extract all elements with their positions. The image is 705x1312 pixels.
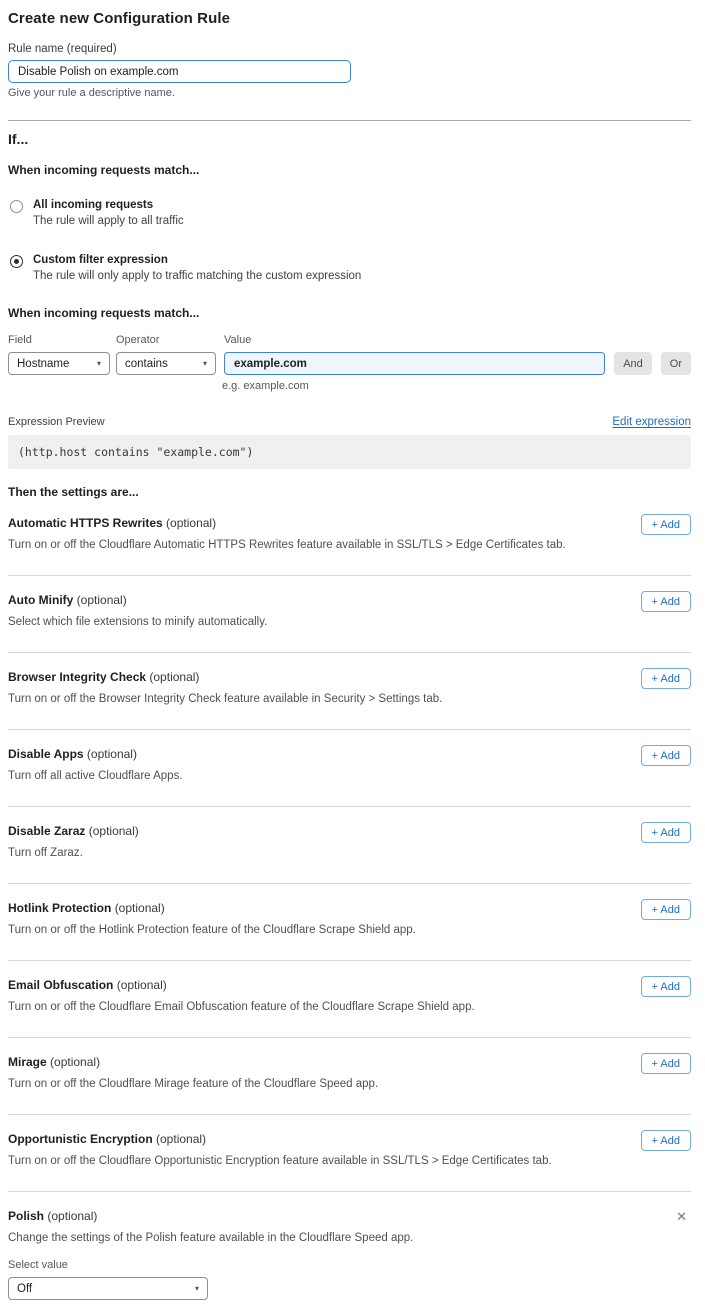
value-label: Value bbox=[224, 334, 605, 346]
optional-tag: (optional) bbox=[115, 901, 165, 915]
value-input[interactable] bbox=[224, 352, 605, 375]
optional-tag: (optional) bbox=[89, 824, 139, 838]
setting-mirage: Mirage (optional) Turn on or off the Clo… bbox=[8, 1038, 691, 1114]
radio-unchecked-icon[interactable] bbox=[10, 200, 23, 213]
or-button[interactable]: Or bbox=[661, 352, 691, 375]
chevron-down-icon: ▾ bbox=[195, 1284, 199, 1293]
polish-select-value: Off bbox=[17, 1283, 32, 1295]
if-heading: If... bbox=[8, 131, 691, 147]
setting-opportunistic-encryption: Opportunistic Encryption (optional) Turn… bbox=[8, 1115, 691, 1191]
divider bbox=[8, 120, 691, 121]
setting-description: Turn off Zaraz. bbox=[8, 847, 139, 859]
setting-title: Auto Minify bbox=[8, 593, 73, 607]
setting-title: Mirage bbox=[8, 1055, 47, 1069]
radio-label: Custom filter expression bbox=[33, 254, 361, 266]
radio-checked-icon[interactable] bbox=[10, 255, 23, 268]
expression-preview-box: (http.host contains "example.com") bbox=[8, 435, 691, 469]
field-select[interactable]: Hostname ▾ bbox=[8, 352, 110, 375]
field-label: Field bbox=[8, 334, 110, 346]
radio-description: The rule will apply to all traffic bbox=[33, 215, 184, 227]
add-button[interactable]: + Add bbox=[641, 668, 691, 689]
optional-tag: (optional) bbox=[87, 747, 137, 761]
chevron-down-icon: ▾ bbox=[203, 359, 207, 368]
radio-description: The rule will only apply to traffic matc… bbox=[33, 270, 361, 282]
expression-code: (http.host contains "example.com") bbox=[18, 445, 253, 459]
expression-builder-heading: When incoming requests match... bbox=[8, 306, 691, 320]
expression-builder-row: Field Hostname ▾ Operator contains ▾ Val… bbox=[8, 334, 691, 375]
add-button[interactable]: + Add bbox=[641, 745, 691, 766]
setting-title: Hotlink Protection bbox=[8, 901, 111, 915]
setting-browser-integrity-check: Browser Integrity Check (optional) Turn … bbox=[8, 653, 691, 729]
setting-description: Turn on or off the Cloudflare Opportunis… bbox=[8, 1155, 552, 1167]
setting-title: Disable Apps bbox=[8, 747, 84, 761]
add-button[interactable]: + Add bbox=[641, 899, 691, 920]
setting-disable-apps: Disable Apps (optional) Turn off all act… bbox=[8, 730, 691, 806]
setting-description: Turn on or off the Hotlink Protection fe… bbox=[8, 924, 416, 936]
add-button[interactable]: + Add bbox=[641, 1053, 691, 1074]
setting-email-obfuscation: Email Obfuscation (optional) Turn on or … bbox=[8, 961, 691, 1037]
setting-hotlink-protection: Hotlink Protection (optional) Turn on or… bbox=[8, 884, 691, 960]
setting-description: Turn on or off the Cloudflare Email Obfu… bbox=[8, 1001, 475, 1013]
setting-title: Polish bbox=[8, 1209, 44, 1223]
field-select-value: Hostname bbox=[17, 358, 69, 370]
setting-disable-zaraz: Disable Zaraz (optional) Turn off Zaraz.… bbox=[8, 807, 691, 883]
radio-option-custom-filter[interactable]: Custom filter expression The rule will o… bbox=[8, 254, 691, 282]
optional-tag: (optional) bbox=[166, 516, 216, 530]
close-icon[interactable]: ✕ bbox=[676, 1210, 687, 1223]
edit-expression-link[interactable]: Edit expression bbox=[612, 416, 691, 428]
setting-automatic-https-rewrites: Automatic HTTPS Rewrites (optional) Turn… bbox=[8, 499, 691, 575]
operator-label: Operator bbox=[116, 334, 216, 346]
setting-description: Change the settings of the Polish featur… bbox=[8, 1232, 608, 1244]
optional-tag: (optional) bbox=[50, 1055, 100, 1069]
setting-polish: Polish (optional) Change the settings of… bbox=[8, 1192, 691, 1300]
optional-tag: (optional) bbox=[47, 1209, 97, 1223]
setting-auto-minify: Auto Minify (optional) Select which file… bbox=[8, 576, 691, 652]
setting-description: Turn on or off the Cloudflare Mirage fea… bbox=[8, 1078, 378, 1090]
setting-description: Turn off all active Cloudflare Apps. bbox=[8, 770, 183, 782]
operator-select[interactable]: contains ▾ bbox=[116, 352, 216, 375]
add-button[interactable]: + Add bbox=[641, 1130, 691, 1151]
optional-tag: (optional) bbox=[117, 978, 167, 992]
setting-description: Turn on or off the Browser Integrity Che… bbox=[8, 693, 442, 705]
operator-select-value: contains bbox=[125, 358, 168, 370]
setting-description: Select which file extensions to minify a… bbox=[8, 616, 267, 628]
setting-title: Opportunistic Encryption bbox=[8, 1132, 153, 1146]
rule-name-helper: Give your rule a descriptive name. bbox=[8, 87, 691, 99]
chevron-down-icon: ▾ bbox=[97, 359, 101, 368]
optional-tag: (optional) bbox=[156, 1132, 206, 1146]
polish-value-select[interactable]: Off ▾ bbox=[8, 1277, 208, 1300]
expression-preview-label: Expression Preview bbox=[8, 416, 105, 428]
rule-name-label: Rule name (required) bbox=[8, 43, 691, 55]
value-helper: e.g. example.com bbox=[222, 380, 691, 392]
add-button[interactable]: + Add bbox=[641, 976, 691, 997]
optional-tag: (optional) bbox=[149, 670, 199, 684]
add-button[interactable]: + Add bbox=[641, 514, 691, 535]
add-button[interactable]: + Add bbox=[641, 591, 691, 612]
setting-title: Email Obfuscation bbox=[8, 978, 113, 992]
add-button[interactable]: + Add bbox=[641, 822, 691, 843]
and-button[interactable]: And bbox=[614, 352, 652, 375]
optional-tag: (optional) bbox=[77, 593, 127, 607]
setting-title: Disable Zaraz bbox=[8, 824, 85, 838]
setting-description: Turn on or off the Cloudflare Automatic … bbox=[8, 539, 566, 551]
select-value-label: Select value bbox=[8, 1259, 608, 1271]
radio-label: All incoming requests bbox=[33, 199, 184, 211]
page-title: Create new Configuration Rule bbox=[8, 10, 691, 27]
then-settings-heading: Then the settings are... bbox=[8, 485, 691, 499]
radio-option-all-incoming[interactable]: All incoming requests The rule will appl… bbox=[8, 199, 691, 227]
incoming-requests-subheading: When incoming requests match... bbox=[8, 163, 691, 177]
setting-title: Browser Integrity Check bbox=[8, 670, 146, 684]
setting-title: Automatic HTTPS Rewrites bbox=[8, 516, 163, 530]
rule-name-input[interactable] bbox=[8, 60, 351, 83]
